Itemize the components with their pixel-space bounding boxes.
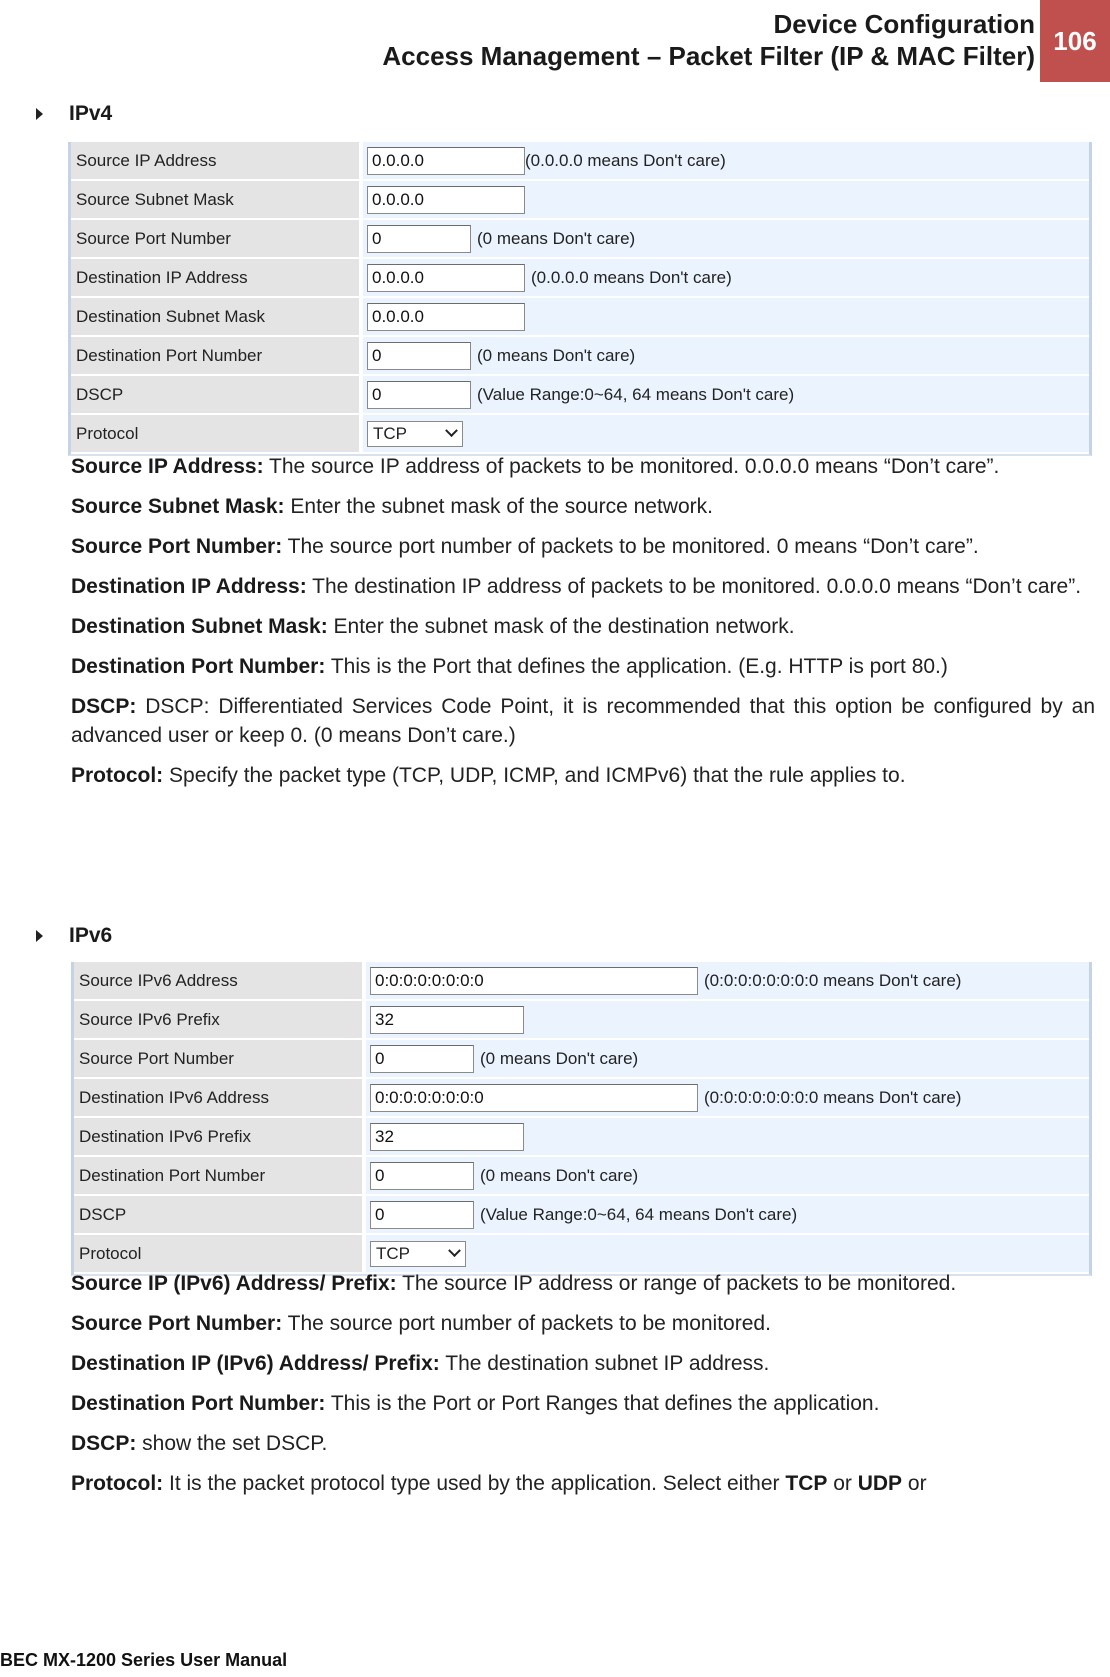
- ipv6-config-table: Source IPv6 Address (0:0:0:0:0:0:0:0 mea…: [71, 962, 1092, 1276]
- field-label: Destination IPv6 Address: [74, 1079, 366, 1116]
- field-label: Destination Subnet Mask: [71, 298, 363, 335]
- field-label: Protocol: [71, 415, 363, 452]
- field-hint: (0 means Don't care): [477, 345, 636, 365]
- field-hint: (0 means Don't care): [480, 1048, 639, 1068]
- field-hint: (0 means Don't care): [480, 1165, 639, 1185]
- ipv4-config-table: Source IP Address (0.0.0.0 means Don't c…: [68, 142, 1092, 456]
- protocol-select-value: TCP: [376, 1243, 410, 1263]
- field-label: Destination IP Address: [71, 259, 363, 296]
- field-hint: (0 means Don't care): [477, 228, 636, 248]
- description-paragraph: Source Port Number: The source port numb…: [71, 535, 979, 558]
- field-label: Source IP Address: [71, 142, 363, 179]
- bullet-triangle-icon: [36, 930, 43, 942]
- ipv6-descriptions: Source IP (IPv6) Address/ Prefix: The so…: [71, 1269, 1095, 1509]
- table-row: Source IP Address (0.0.0.0 means Don't c…: [71, 142, 1089, 181]
- table-row: Source Port Number (0 means Don't care): [74, 1040, 1089, 1079]
- field-label: DSCP: [71, 376, 363, 413]
- description-paragraph: Source IP Address: The source IP address…: [71, 455, 1000, 478]
- field-label: Source Subnet Mask: [71, 181, 363, 218]
- description-paragraph: Destination Port Number: This is the Por…: [71, 1392, 880, 1415]
- source-ip-input[interactable]: [367, 146, 525, 175]
- source-port-input[interactable]: [370, 1044, 474, 1073]
- protocol-select[interactable]: TCP: [367, 420, 463, 447]
- protocol-select[interactable]: TCP: [370, 1240, 466, 1267]
- table-row: Source Subnet Mask: [71, 181, 1089, 220]
- field-label: Destination Port Number: [71, 337, 363, 374]
- destination-port-input[interactable]: [370, 1161, 474, 1190]
- description-paragraph: Source Port Number: The source port numb…: [71, 1312, 771, 1335]
- chevron-down-icon: [448, 1244, 461, 1258]
- ipv4-descriptions: Source IP Address: The source IP address…: [71, 452, 1095, 801]
- page-number-badge: 106: [1040, 0, 1110, 82]
- destination-port-input[interactable]: [367, 341, 471, 370]
- description-paragraph: Destination IP Address: The destination …: [71, 575, 1082, 598]
- source-subnet-mask-input[interactable]: [367, 185, 525, 214]
- page-header: Device Configuration Access Management –…: [382, 8, 1035, 72]
- source-ipv6-prefix-input[interactable]: [370, 1005, 524, 1034]
- table-row: DSCP (Value Range:0~64, 64 means Don't c…: [74, 1196, 1089, 1235]
- description-paragraph: DSCP: DSCP: Differentiated Services Code…: [71, 695, 1095, 747]
- destination-subnet-mask-input[interactable]: [367, 302, 525, 331]
- field-label: Protocol: [74, 1235, 366, 1272]
- table-row: Destination Subnet Mask: [71, 298, 1089, 337]
- field-label: Destination Port Number: [74, 1157, 366, 1194]
- field-label: Source Port Number: [74, 1040, 366, 1077]
- field-hint: (Value Range:0~64, 64 means Don't care): [480, 1204, 798, 1224]
- table-row: DSCP (Value Range:0~64, 64 means Don't c…: [71, 376, 1089, 415]
- table-row: Source IPv6 Address (0:0:0:0:0:0:0:0 mea…: [74, 962, 1089, 1001]
- table-row: Source IPv6 Prefix: [74, 1001, 1089, 1040]
- field-label: DSCP: [74, 1196, 366, 1233]
- protocol-select-value: TCP: [373, 423, 407, 443]
- description-paragraph: Destination Subnet Mask: Enter the subne…: [71, 615, 795, 638]
- description-paragraph: Source IP (IPv6) Address/ Prefix: The so…: [71, 1272, 957, 1295]
- destination-ipv6-address-input[interactable]: [370, 1083, 698, 1112]
- destination-ipv6-prefix-input[interactable]: [370, 1122, 524, 1151]
- description-paragraph: Protocol: It is the packet protocol type…: [71, 1472, 927, 1495]
- description-paragraph: Source Subnet Mask: Enter the subnet mas…: [71, 495, 713, 518]
- table-row: Source Port Number (0 means Don't care): [71, 220, 1089, 259]
- table-row: Destination Port Number (0 means Don't c…: [74, 1157, 1089, 1196]
- dscp-input[interactable]: [367, 380, 471, 409]
- description-paragraph: Protocol: Specify the packet type (TCP, …: [71, 764, 906, 787]
- field-label: Source IPv6 Address: [74, 962, 366, 999]
- field-hint: (0:0:0:0:0:0:0:0 means Don't care): [704, 1087, 962, 1107]
- section-title: Access Management – Packet Filter (IP & …: [382, 41, 1035, 71]
- field-label: Source IPv6 Prefix: [74, 1001, 366, 1038]
- field-hint: (0.0.0.0 means Don't care): [531, 267, 732, 287]
- description-paragraph: DSCP: show the set DSCP.: [71, 1432, 328, 1455]
- table-row: Protocol TCP: [71, 415, 1089, 454]
- source-port-input[interactable]: [367, 224, 471, 253]
- chapter-title: Device Configuration: [773, 9, 1035, 39]
- source-ipv6-address-input[interactable]: [370, 966, 698, 995]
- ipv6-heading: IPv6: [36, 924, 112, 948]
- field-hint: (0:0:0:0:0:0:0:0 means Don't care): [704, 970, 962, 990]
- table-row: Destination IP Address (0.0.0.0 means Do…: [71, 259, 1089, 298]
- chevron-down-icon: [445, 424, 458, 438]
- table-row: Destination IPv6 Prefix: [74, 1118, 1089, 1157]
- dscp-input[interactable]: [370, 1200, 474, 1229]
- field-hint: (0.0.0.0 means Don't care): [525, 150, 726, 170]
- destination-ip-input[interactable]: [367, 263, 525, 292]
- description-paragraph: Destination Port Number: This is the Por…: [71, 655, 948, 678]
- ipv4-heading-label: IPv4: [69, 102, 113, 125]
- ipv6-heading-label: IPv6: [69, 924, 113, 947]
- manual-footer: BEC MX-1200 Series User Manual: [0, 1650, 288, 1670]
- ipv4-heading: IPv4: [36, 102, 112, 126]
- table-row: Destination Port Number (0 means Don't c…: [71, 337, 1089, 376]
- field-label: Source Port Number: [71, 220, 363, 257]
- field-label: Destination IPv6 Prefix: [74, 1118, 366, 1155]
- description-paragraph: Destination IP (IPv6) Address/ Prefix: T…: [71, 1352, 770, 1375]
- field-hint: (Value Range:0~64, 64 means Don't care): [477, 384, 795, 404]
- table-row: Destination IPv6 Address (0:0:0:0:0:0:0:…: [74, 1079, 1089, 1118]
- bullet-triangle-icon: [36, 108, 43, 120]
